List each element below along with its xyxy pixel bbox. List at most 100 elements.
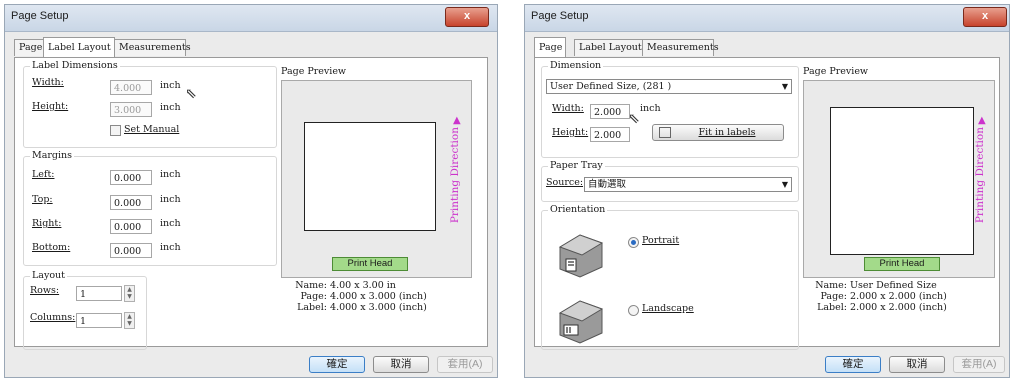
top-margin-input[interactable]: 0.000 bbox=[110, 195, 152, 210]
tab-measurements[interactable]: Measurements bbox=[114, 39, 191, 56]
source-dropdown-value: 自動選取 bbox=[588, 179, 627, 190]
source-dropdown[interactable]: 自動選取 ▼ bbox=[584, 177, 792, 192]
close-button[interactable]: x bbox=[445, 7, 489, 27]
right-margin-input[interactable]: 0.000 bbox=[110, 219, 152, 234]
size-dropdown[interactable]: User Defined Size, (281 ) ▼ bbox=[546, 79, 792, 94]
width-label: Width: bbox=[32, 77, 64, 88]
right-margin-label: Right: bbox=[32, 218, 62, 229]
label-key: Label: bbox=[297, 302, 327, 313]
window-title: Page Setup bbox=[531, 10, 589, 22]
rows-spinner[interactable]: ▲ ▼ bbox=[124, 285, 135, 302]
print-head-label: Print Head bbox=[332, 257, 408, 271]
width-unit: inch bbox=[640, 103, 661, 114]
bottom-margin-unit: inch bbox=[160, 242, 181, 253]
printing-direction-label: Printing Direction bbox=[974, 127, 986, 224]
set-manual-checkbox[interactable] bbox=[110, 125, 121, 136]
tab-panel: Label Dimensions Width: 4.000 inch Heigh… bbox=[14, 57, 488, 350]
tab-panel: Dimension User Defined Size, (281 ) ▼ Wi… bbox=[534, 57, 1000, 350]
ok-button[interactable]: 確定 bbox=[825, 356, 881, 373]
page-key: Page: bbox=[300, 291, 327, 302]
bottom-margin-input[interactable]: 0.000 bbox=[110, 243, 152, 258]
dimension-legend: Dimension bbox=[548, 60, 604, 71]
fit-in-labels-label: Fit in labels bbox=[698, 127, 756, 138]
cancel-button[interactable]: 取消 bbox=[889, 356, 945, 373]
mouse-cursor-icon: ⇖ bbox=[628, 111, 640, 127]
chevron-down-icon: ▼ bbox=[781, 82, 788, 91]
width-input[interactable]: 4.000 bbox=[110, 80, 152, 95]
paper-tray-legend: Paper Tray bbox=[548, 160, 605, 171]
name-value: 4.00 x 3.00 in bbox=[330, 280, 396, 291]
label-value: 2.000 x 2.000 (inch) bbox=[850, 302, 947, 313]
name-key: Name: bbox=[295, 280, 327, 291]
left-margin-unit: inch bbox=[160, 169, 181, 180]
tab-page[interactable]: Page bbox=[14, 39, 44, 56]
portrait-radio[interactable] bbox=[628, 237, 639, 248]
rows-label: Rows: bbox=[30, 285, 60, 296]
cancel-button[interactable]: 取消 bbox=[373, 356, 429, 373]
set-manual-label: Set Manual bbox=[124, 124, 180, 135]
label-value: 4.000 x 3.000 (inch) bbox=[330, 302, 427, 313]
fit-icon bbox=[659, 127, 671, 138]
orientation-legend: Orientation bbox=[548, 204, 608, 215]
page-value: 2.000 x 2.000 (inch) bbox=[850, 291, 947, 302]
page-preview-legend: Page Preview bbox=[803, 66, 869, 77]
page-preview-area: Print Head ▲ Printing Direction bbox=[803, 80, 995, 278]
page-preview-legend: Page Preview bbox=[281, 66, 347, 77]
preview-info: Name: User Defined Size Page: 2.000 x 2.… bbox=[811, 280, 947, 313]
page-preview-area: Print Head ▲ Printing Direction bbox=[281, 80, 472, 278]
name-value: User Defined Size bbox=[850, 280, 937, 291]
tab-label-layout[interactable]: Label Layout bbox=[574, 39, 646, 56]
label-preview bbox=[830, 107, 974, 255]
label-dimensions-group: Label Dimensions Width: 4.000 inch Heigh… bbox=[23, 60, 277, 148]
width-input[interactable]: 2.000 bbox=[590, 104, 630, 119]
height-input[interactable]: 3.000 bbox=[110, 102, 152, 117]
direction-arrow-icon: ▲ bbox=[453, 115, 461, 126]
portrait-label: Portrait bbox=[642, 235, 680, 246]
layout-legend: Layout bbox=[30, 270, 67, 281]
size-dropdown-value: User Defined Size, (281 ) bbox=[550, 81, 672, 92]
height-unit: inch bbox=[160, 102, 181, 113]
label-key: Label: bbox=[817, 302, 847, 313]
left-margin-input[interactable]: 0.000 bbox=[110, 170, 152, 185]
page-preview-group: Page Preview Print Head ▲ Printing Direc… bbox=[281, 66, 473, 321]
page-setup-dialog-right: Page Setup x Page Label Layout Measureme… bbox=[524, 4, 1010, 378]
name-key: Name: bbox=[815, 280, 847, 291]
page-key: Page: bbox=[820, 291, 847, 302]
tab-measurements[interactable]: Measurements bbox=[642, 39, 719, 56]
height-input[interactable]: 2.000 bbox=[590, 127, 630, 142]
landscape-label: Landscape bbox=[642, 303, 694, 314]
tab-label-layout[interactable]: Label Layout bbox=[43, 37, 115, 57]
title-bar: Page Setup x bbox=[5, 5, 497, 32]
width-unit: inch bbox=[160, 80, 181, 91]
tab-page[interactable]: Page bbox=[534, 37, 566, 57]
page-setup-dialog-left: Page Setup x Page Label Layout Measureme… bbox=[4, 4, 498, 378]
height-label: Height: bbox=[32, 101, 69, 112]
layout-group: Layout Rows: 1 ▲ ▼ Columns: 1 ▲ ▼ bbox=[23, 270, 147, 350]
label-dimensions-legend: Label Dimensions bbox=[30, 60, 120, 71]
printer-portrait-icon bbox=[558, 234, 604, 278]
bottom-margin-label: Bottom: bbox=[32, 242, 71, 253]
title-bar: Page Setup x bbox=[525, 5, 1009, 32]
top-margin-label: Top: bbox=[32, 194, 53, 205]
close-button[interactable]: x bbox=[963, 7, 1007, 27]
preview-info: Name: 4.00 x 3.00 in Page: 4.000 x 3.000… bbox=[291, 280, 427, 313]
apply-button[interactable]: 套用(A) bbox=[437, 356, 493, 373]
columns-input[interactable]: 1 bbox=[76, 313, 122, 328]
ok-button[interactable]: 確定 bbox=[309, 356, 365, 373]
landscape-radio[interactable] bbox=[628, 305, 639, 316]
printing-direction-label: Printing Direction bbox=[449, 127, 461, 224]
window-title: Page Setup bbox=[11, 10, 69, 22]
paper-tray-group: Paper Tray Source: 自動選取 ▼ bbox=[541, 160, 799, 202]
page-preview-group: Page Preview Print Head ▲ Printing Direc… bbox=[803, 66, 999, 321]
orientation-group: Orientation Portrait Landscape bbox=[541, 204, 799, 350]
left-margin-label: Left: bbox=[32, 169, 55, 180]
margins-legend: Margins bbox=[30, 150, 75, 161]
label-preview bbox=[304, 122, 436, 231]
height-label: Height: bbox=[552, 127, 589, 138]
dimension-group: Dimension User Defined Size, (281 ) ▼ Wi… bbox=[541, 60, 799, 158]
rows-input[interactable]: 1 bbox=[76, 286, 122, 301]
columns-spinner[interactable]: ▲ ▼ bbox=[124, 312, 135, 329]
apply-button[interactable]: 套用(A) bbox=[953, 356, 1005, 373]
chevron-down-icon: ▼ bbox=[781, 180, 788, 189]
fit-in-labels-button[interactable]: Fit in labels bbox=[652, 124, 784, 141]
